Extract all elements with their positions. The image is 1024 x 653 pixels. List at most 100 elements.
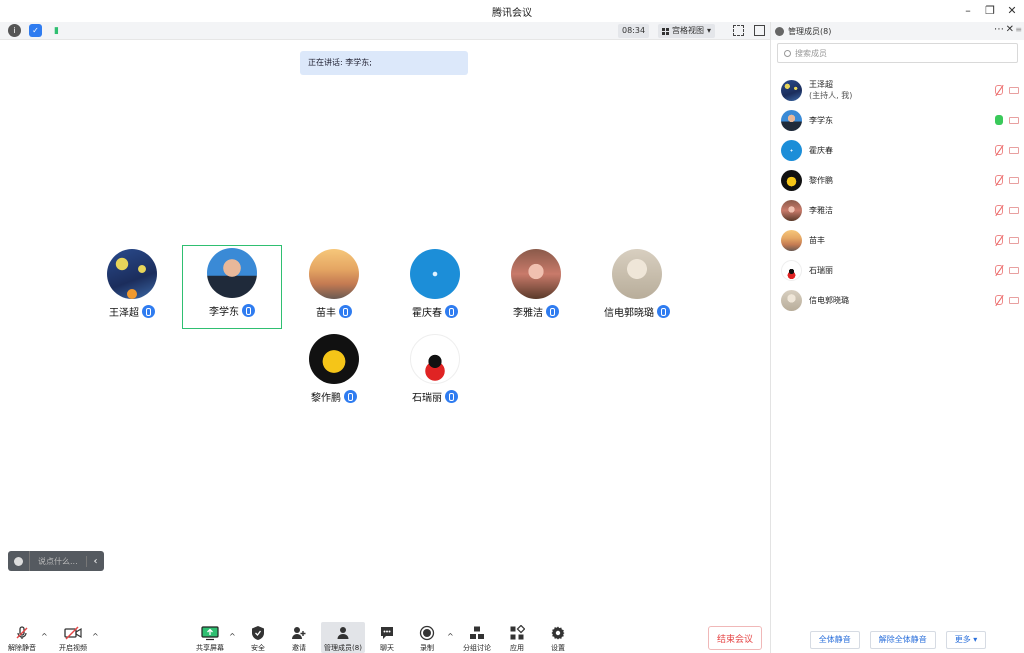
more-button[interactable]: 更多 ▾ <box>945 630 987 649</box>
chevron-up-icon[interactable]: ^ <box>92 632 99 641</box>
camera-off-icon[interactable] <box>1009 177 1019 184</box>
chevron-up-icon[interactable]: ^ <box>229 632 236 641</box>
unmute-all-button[interactable]: 解除全体静音 <box>869 630 936 649</box>
participant-tile[interactable]: 苗丰 <box>284 246 384 330</box>
meeting-timer: 08:34 <box>618 24 650 38</box>
meeting-topbar: i ✓ ▮ 08:34 宫格视图 ▾ <box>0 22 770 40</box>
member-name: 苗丰 <box>809 235 825 245</box>
member-row[interactable]: 黎作鹏 <box>771 165 1024 195</box>
mic-active-icon[interactable] <box>995 115 1003 125</box>
avatar <box>107 249 157 299</box>
search-icon <box>784 49 791 57</box>
shield-icon[interactable]: ✓ <box>29 24 42 37</box>
camera-off-icon[interactable] <box>1009 207 1019 214</box>
avatar <box>781 199 802 221</box>
camera-off-icon <box>64 625 82 641</box>
more-label: 更多 <box>954 634 971 644</box>
participant-tile[interactable]: 石瑞丽 <box>385 331 485 415</box>
avatar <box>781 169 802 191</box>
view-switch-button[interactable]: 宫格视图 ▾ <box>658 24 716 38</box>
view-label: 宫格视图 <box>672 26 704 35</box>
member-name: 信电郭晓璐 <box>809 295 849 305</box>
meeting-window: 腾讯会议 – ❐ ✕ i ✓ ▮ 08:34 宫格视图 ▾ 正在讲话: 李学东;… <box>0 0 1024 653</box>
chat-input[interactable]: 说点什么... <box>30 556 86 567</box>
mic-muted-icon[interactable] <box>995 145 1003 155</box>
participant-tile[interactable]: 霍庆春 <box>385 246 485 330</box>
more-icon[interactable]: ⋯ <box>994 24 1004 35</box>
avatar <box>781 229 802 251</box>
unmute-button[interactable]: 解除静音 <box>6 622 38 653</box>
mic-muted-icon <box>13 625 31 641</box>
settings-label: 设置 <box>551 644 565 652</box>
chat-button[interactable]: 聊天 <box>376 622 398 653</box>
invite-button[interactable]: 邀请 <box>287 622 311 653</box>
member-row[interactable]: 信电郭晓璐 <box>771 285 1024 315</box>
signal-icon[interactable]: ▮ <box>50 24 63 37</box>
avatar <box>410 334 460 384</box>
chat-input-bar[interactable]: 说点什么... ‹ <box>8 551 104 571</box>
chevron-down-icon: ▾ <box>973 634 978 644</box>
record-icon <box>418 625 436 641</box>
member-row[interactable]: 霍庆春 <box>771 135 1024 165</box>
camera-off-icon[interactable] <box>1009 297 1019 304</box>
gear-icon <box>549 625 567 641</box>
camera-off-icon[interactable] <box>1009 117 1019 124</box>
member-row[interactable]: 王泽超 (主持人, 我) <box>771 75 1024 105</box>
info-icon[interactable]: i <box>8 24 21 37</box>
menu-icon[interactable]: ≡ <box>1015 25 1022 34</box>
camera-off-icon[interactable] <box>1009 267 1019 274</box>
avatar <box>781 139 802 161</box>
mic-muted-icon[interactable] <box>995 85 1003 95</box>
emoji-icon[interactable] <box>8 551 30 571</box>
participant-tile-speaking[interactable]: 李学东 <box>182 245 282 329</box>
member-row[interactable]: 苗丰 <box>771 225 1024 255</box>
member-search-input[interactable]: 搜索成员 <box>777 43 1018 63</box>
manage-members-label: 管理成员(8) <box>324 644 362 652</box>
restore-icon[interactable]: ❐ <box>982 2 998 18</box>
mic-muted-icon[interactable] <box>995 175 1003 185</box>
mic-muted-icon[interactable] <box>995 265 1003 275</box>
camera-off-icon[interactable] <box>1009 87 1019 94</box>
member-role: (主持人, 我) <box>809 91 853 100</box>
member-name: 霍庆春 <box>809 145 833 155</box>
manage-members-button[interactable]: 管理成员(8) <box>321 622 365 653</box>
chevron-up-icon[interactable]: ^ <box>41 632 48 641</box>
breakout-rooms-button[interactable]: 分组讨论 <box>461 622 493 653</box>
avatar <box>781 109 802 131</box>
participant-tile[interactable]: 王泽超 <box>82 246 182 330</box>
mic-icon <box>242 304 255 317</box>
mic-icon <box>142 305 155 318</box>
settings-button[interactable]: 设置 <box>547 622 569 653</box>
apps-button[interactable]: 应用 <box>506 622 528 653</box>
close-icon[interactable]: ✕ <box>1004 2 1020 18</box>
chevron-up-icon[interactable]: ^ <box>447 632 454 641</box>
participant-name: 黎作鹏 <box>311 393 341 404</box>
fullscreen-icon[interactable] <box>733 25 744 36</box>
start-video-button[interactable]: 开启视频 <box>56 622 90 653</box>
member-row[interactable]: 李学东 <box>771 105 1024 135</box>
avatar <box>511 249 561 299</box>
member-row[interactable]: 石瑞丽 <box>771 255 1024 285</box>
security-button[interactable]: 安全 <box>246 622 270 653</box>
camera-off-icon[interactable] <box>1009 147 1019 154</box>
mute-all-button[interactable]: 全体静音 <box>809 630 860 649</box>
speaking-indicator: 正在讲话: 李学东; <box>300 51 468 75</box>
participant-tile[interactable]: 李雅洁 <box>486 246 586 330</box>
participant-tile[interactable]: 信电郭晓璐 <box>587 246 687 330</box>
end-meeting-button[interactable]: 结束会议 <box>708 626 762 650</box>
mic-muted-icon[interactable] <box>995 295 1003 305</box>
participant-tile[interactable]: 黎作鹏 <box>284 331 384 415</box>
close-icon[interactable]: ✕ <box>1006 24 1014 35</box>
chevron-left-icon[interactable]: ‹ <box>86 555 104 567</box>
sidebar-toggle-icon[interactable] <box>754 25 765 36</box>
camera-off-icon[interactable] <box>1009 237 1019 244</box>
share-screen-button[interactable]: 共享屏幕 <box>194 622 226 653</box>
member-name: 石瑞丽 <box>809 265 833 275</box>
record-button[interactable]: 录制 <box>416 622 438 653</box>
member-row[interactable]: 李雅洁 <box>771 195 1024 225</box>
add-user-icon <box>290 625 308 641</box>
mic-muted-icon[interactable] <box>995 235 1003 245</box>
mic-muted-icon[interactable] <box>995 205 1003 215</box>
minimize-icon[interactable]: – <box>960 2 976 18</box>
chat-label: 聊天 <box>380 644 394 652</box>
